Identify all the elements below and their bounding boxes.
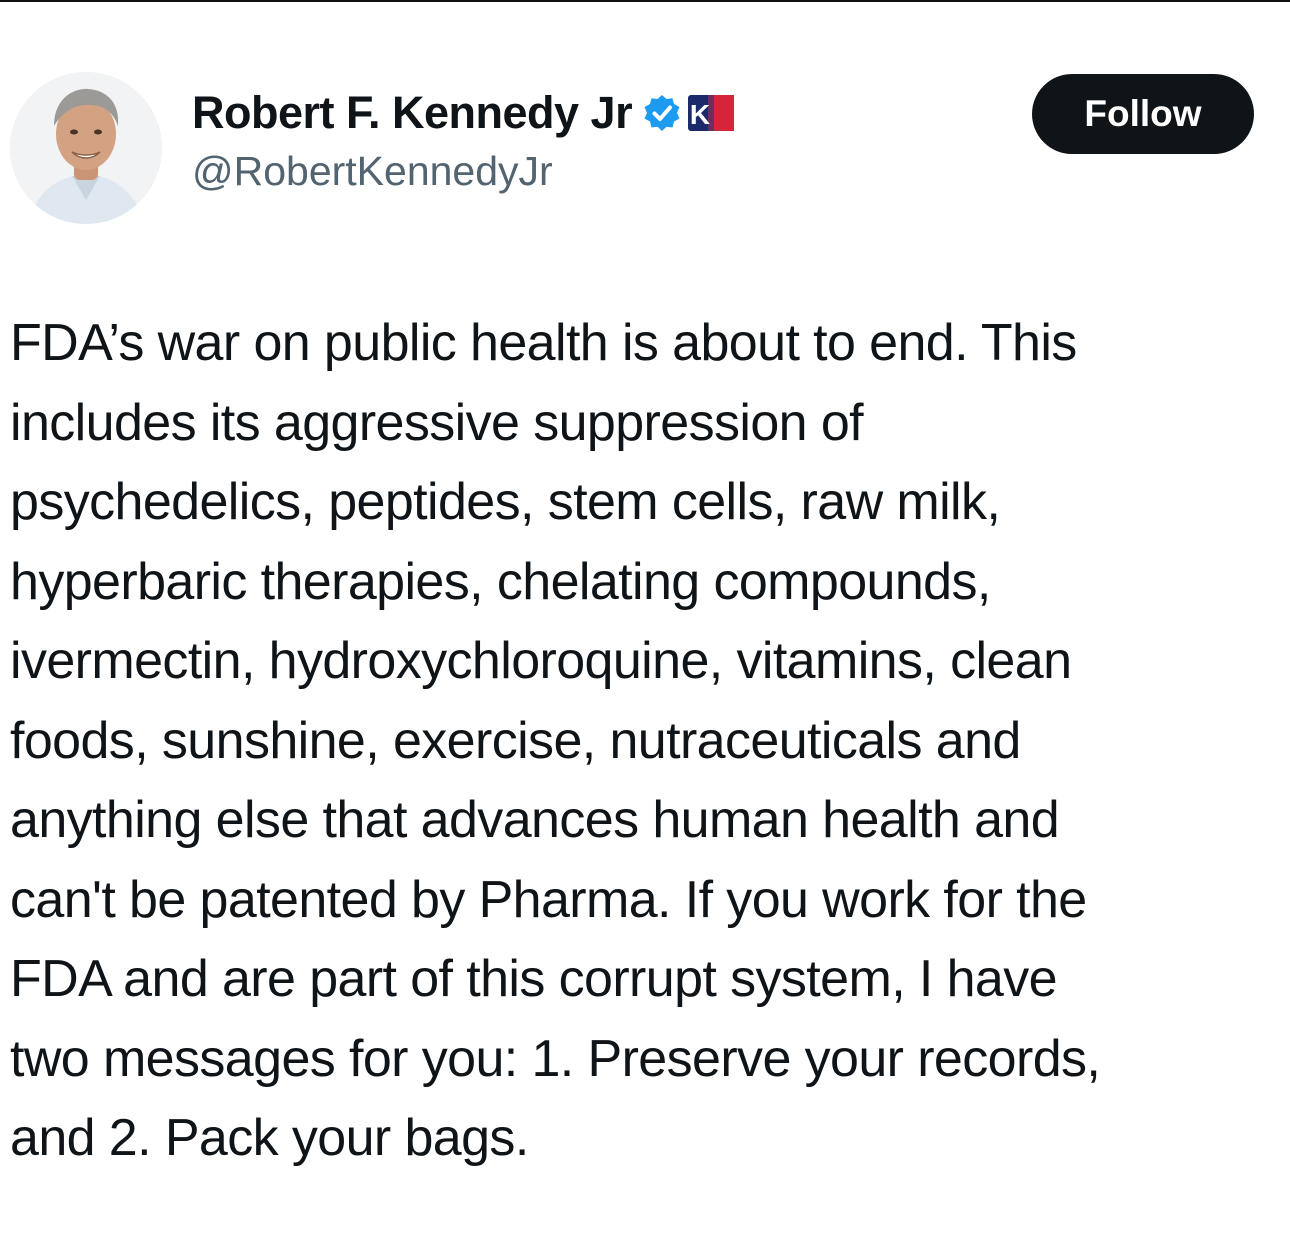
avatar[interactable]	[10, 72, 162, 224]
tweet-line: anything else that advances human health…	[10, 791, 1060, 849]
author-block: Robert F. Kennedy Jr K @RobertKennedyJr	[192, 82, 735, 195]
tweet-line: psychedelics, peptides, stem cells, raw …	[10, 473, 1001, 531]
tweet-line: can't be patented by Pharma. If you work…	[10, 870, 1087, 929]
tweet-line: foods, sunshine, exercise, nutraceutical…	[10, 711, 1021, 770]
tweet-header: Robert F. Kennedy Jr K @RobertKennedyJr …	[10, 68, 1270, 228]
avatar-portrait	[10, 72, 162, 224]
tweet-line: FDA’s war on public health is about to e…	[10, 314, 1077, 372]
tweet-text: FDA’s war on public health is about to e…	[10, 304, 1270, 1179]
affiliate-badge-icon[interactable]: K	[688, 95, 735, 131]
tweet-line: ivermectin, hydroxychloroquine, vitamins…	[10, 632, 1072, 690]
tweet-line: FDA and are part of this corrupt system,…	[10, 950, 1058, 1008]
display-name[interactable]: Robert F. Kennedy Jr	[192, 87, 633, 139]
tweet-line: hyperbaric therapies, chelating compound…	[10, 552, 991, 611]
affiliate-badge-letter: K	[690, 99, 710, 130]
tweet-line: two messages for you: 1. Preserve your r…	[10, 1029, 1101, 1088]
verified-check-icon[interactable]	[642, 93, 682, 133]
tweet-line: includes its aggressive suppression of	[10, 393, 864, 452]
follow-button[interactable]: Follow	[1032, 74, 1254, 154]
name-row: Robert F. Kennedy Jr K	[192, 82, 735, 144]
handle[interactable]: @RobertKennedyJr	[192, 148, 734, 195]
tweet-line: and 2. Pack your bags.	[10, 1109, 529, 1167]
top-divider	[0, 0, 1290, 2]
